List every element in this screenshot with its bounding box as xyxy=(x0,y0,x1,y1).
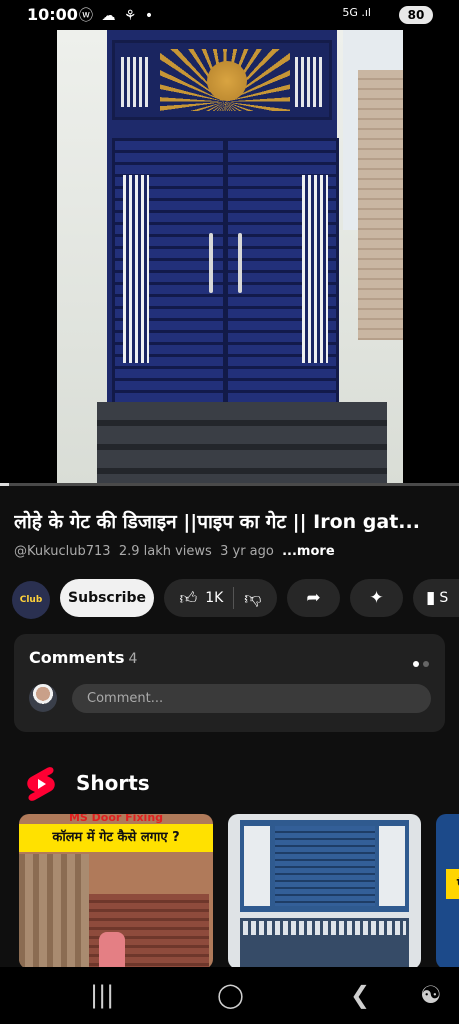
save-icon: ▮ xyxy=(426,588,436,608)
like-count[interactable]: 1K xyxy=(205,590,223,606)
share-icon: ➦ xyxy=(306,588,321,608)
channel-avatar[interactable]: Club xyxy=(12,581,50,619)
gate-door-right xyxy=(225,138,339,406)
short-title: कॉलम में गेट कैसे लगाए ? xyxy=(19,824,213,852)
pager-dots xyxy=(409,652,429,671)
action-row: Club Subscribe 👍︎ 1K 👎︎ ➦ ✦ ▮ S xyxy=(0,578,459,619)
comments-panel[interactable]: Comments 4 Comment... xyxy=(14,634,445,732)
battery-icon: 80 xyxy=(399,6,433,24)
sparkle-icon: ✦ xyxy=(369,588,384,608)
status-bar: 10:00 ⓦ ☁ ⚘ • 5G .ıl 80 xyxy=(0,0,459,30)
brick-wall xyxy=(358,70,403,340)
gate-door-left xyxy=(112,138,226,406)
comment-input[interactable]: Comment... xyxy=(72,684,431,713)
battery-level: 80 xyxy=(407,8,425,22)
video-frame xyxy=(57,30,403,485)
video-progress-bar[interactable] xyxy=(0,483,459,486)
notification-icons: ⓦ ☁ ⚘ • xyxy=(79,8,156,24)
shorts-logo-icon xyxy=(27,767,55,801)
home-icon[interactable]: ◯ xyxy=(217,981,244,1009)
save-button[interactable]: ▮ S xyxy=(413,579,459,617)
short-title: पै xyxy=(446,869,459,899)
status-time: 10:00 xyxy=(27,5,78,24)
upload-age: 3 yr ago xyxy=(220,544,274,559)
video-player[interactable] xyxy=(0,30,459,485)
like-dislike-group: 👍︎ 1K 👎︎ xyxy=(164,579,277,617)
recents-icon[interactable]: ||| xyxy=(90,981,114,1009)
gate-top-panel xyxy=(112,40,332,120)
video-meta: @Kukuclub713 2.9 lakh views 3 yr ago ...… xyxy=(14,544,335,559)
divider xyxy=(233,587,235,609)
shorts-heading: Shorts xyxy=(76,771,150,795)
signal-icon: 5G .ıl xyxy=(342,6,371,19)
video-title[interactable]: लोहे के गेट की डिजाइन ||पाइप का गेट || I… xyxy=(14,508,454,534)
short-card[interactable] xyxy=(228,814,421,969)
like-icon[interactable]: 👍︎ xyxy=(179,588,197,609)
subscribe-button[interactable]: Subscribe xyxy=(60,579,154,617)
short-card[interactable]: MS Door Fixing कॉलम में गेट कैसे लगाए ? xyxy=(19,814,213,969)
accessibility-icon[interactable]: ☯ xyxy=(420,981,442,1009)
back-icon[interactable]: ❮ xyxy=(350,981,370,1009)
dislike-icon[interactable]: 👎︎ xyxy=(244,588,261,609)
view-count: 2.9 lakh views xyxy=(118,544,212,559)
user-avatar xyxy=(29,684,57,712)
remix-button[interactable]: ✦ xyxy=(350,579,403,617)
more-link[interactable]: ...more xyxy=(282,544,335,559)
comments-heading: Comments 4 xyxy=(29,648,138,667)
channel-handle[interactable]: @Kukuclub713 xyxy=(14,544,111,559)
system-nav-bar: ||| ◯ ❮ ☯ xyxy=(0,967,459,1024)
comments-count: 4 xyxy=(128,651,138,667)
short-tag: MS Door Fixing xyxy=(68,814,164,824)
short-card[interactable]: पै xyxy=(436,814,459,969)
stone-steps xyxy=(97,402,387,485)
share-button[interactable]: ➦ xyxy=(287,579,340,617)
video-progress-fill xyxy=(0,483,10,486)
